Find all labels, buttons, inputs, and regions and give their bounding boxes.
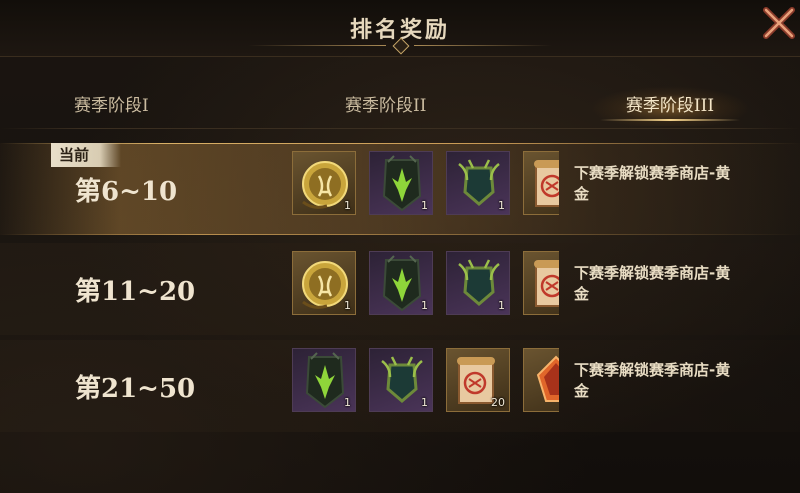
close-icon [763, 7, 795, 39]
reward-item-fire-crystal[interactable] [523, 348, 559, 412]
item-quantity: 1 [344, 396, 351, 409]
reward-item-green-shield[interactable]: 1 [369, 251, 433, 315]
reward-item-gold-emblem[interactable]: 1 [292, 251, 356, 315]
reward-item-green-shield[interactable]: 1 [369, 151, 433, 215]
rank-range: 第6~10 [75, 177, 178, 207]
header-bar: 排名奖励 [0, 0, 800, 57]
ranking-rewards-panel: 排名奖励 赛季阶段I 赛季阶段II 赛季阶段III 当前 第6~10 1 1 1… [0, 0, 800, 493]
close-button[interactable] [762, 6, 796, 40]
item-quantity: 1 [344, 199, 351, 212]
reward-row: 第21~50 1 1 20 下赛季解锁赛季商店-黄金 [0, 340, 800, 432]
reward-item-scroll[interactable] [523, 151, 559, 215]
item-quantity: 1 [421, 199, 428, 212]
title-ornament-right [414, 45, 552, 46]
reward-item-vine-crest[interactable]: 1 [369, 348, 433, 412]
fire-crystal-icon [536, 355, 559, 402]
item-quantity: 1 [421, 396, 428, 409]
reward-description: 下赛季解锁赛季商店-黄金 [574, 264, 731, 303]
reward-description: 下赛季解锁赛季商店-黄金 [574, 164, 731, 203]
season-phase-tabs: 赛季阶段I 赛季阶段II 赛季阶段III [0, 86, 800, 126]
scroll-icon [534, 160, 559, 207]
reward-item-green-shield[interactable]: 1 [292, 348, 356, 412]
reward-description: 下赛季解锁赛季商店-黄金 [574, 361, 731, 400]
tab-divider [0, 128, 800, 129]
rank-range: 第11~20 [75, 277, 196, 307]
tab-season-phase-2[interactable]: 赛季阶段II [345, 86, 426, 126]
reward-row: 第11~20 1 1 1 下赛季解锁赛季商店-黄金 [0, 243, 800, 335]
reward-item-scroll[interactable]: 20 [446, 348, 510, 412]
reward-item-vine-crest[interactable]: 1 [446, 251, 510, 315]
reward-row: 当前 第6~10 1 1 1 下赛季解锁赛季商店-黄金 [0, 143, 800, 235]
item-quantity: 1 [498, 299, 505, 312]
title-ornament-left [248, 45, 386, 46]
reward-item-scroll[interactable] [523, 251, 559, 315]
item-quantity: 1 [498, 199, 505, 212]
tab-season-phase-3[interactable]: 赛季阶段III [590, 86, 750, 126]
tab-season-phase-1[interactable]: 赛季阶段I [74, 86, 149, 126]
item-quantity: 20 [491, 396, 505, 409]
current-rank-badge: 当前 [51, 143, 121, 167]
scroll-icon [534, 260, 559, 307]
rank-range: 第21~50 [75, 374, 196, 404]
reward-item-gold-emblem[interactable]: 1 [292, 151, 356, 215]
reward-item-vine-crest[interactable]: 1 [446, 151, 510, 215]
item-quantity: 1 [344, 299, 351, 312]
item-quantity: 1 [421, 299, 428, 312]
